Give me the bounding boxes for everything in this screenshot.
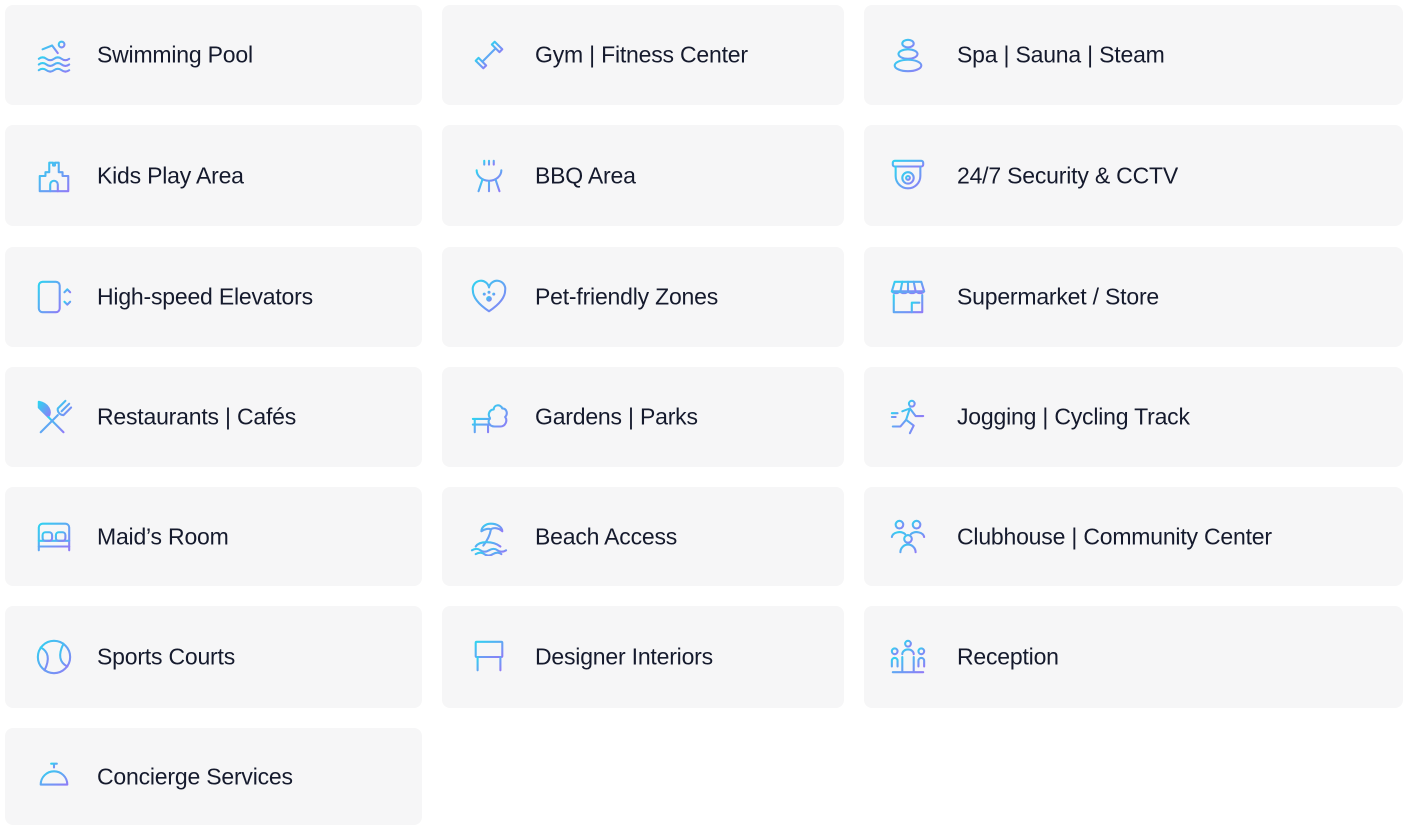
amenity-label: Designer Interiors (535, 643, 713, 670)
amenity-label: Pet-friendly Zones (535, 283, 719, 310)
amenity-card-kids-play: Kids Play Area (5, 125, 422, 226)
amenity-card-gym: Gym | Fitness Center (442, 5, 844, 105)
dumbbell-icon (470, 36, 508, 74)
amenity-label: Sports Courts (97, 643, 236, 670)
spa-stones-icon (889, 36, 927, 74)
amenity-label: Restaurants | Cafés (97, 403, 297, 430)
amenity-label: Clubhouse | Community Center (957, 523, 1272, 549)
amenity-card-swimming-pool: Swimming Pool (5, 5, 422, 105)
amenity-card-jogging: Jogging | Cycling Track (864, 367, 1403, 467)
amenity-card-sports-courts: Sports Courts (5, 606, 422, 708)
amenity-card-beach-access: Beach Access (442, 487, 844, 586)
amenity-card-clubhouse: Clubhouse | Community Center (864, 487, 1403, 586)
amenity-card-designer-interiors: Designer Interiors (442, 606, 844, 708)
window-frame-icon (470, 638, 508, 676)
fork-knife-icon (35, 398, 73, 436)
elevator-icon (35, 278, 73, 316)
cctv-camera-icon (889, 157, 927, 195)
amenity-card-spa: Spa | Sauna | Steam (864, 5, 1403, 105)
amenity-card-restaurants: Restaurants | Cafés (5, 367, 422, 467)
amenity-card-gardens: Gardens | Parks (442, 367, 844, 467)
amenity-label: Jogging | Cycling Track (957, 403, 1190, 430)
bed-icon (35, 518, 73, 556)
amenity-card-supermarket: Supermarket / Store (864, 247, 1403, 347)
service-bell-icon (35, 758, 73, 796)
amenity-card-bbq: BBQ Area (442, 125, 844, 226)
runner-icon (889, 398, 927, 436)
amenity-label: BBQ Area (535, 162, 636, 188)
castle-icon (35, 157, 73, 195)
amenity-card-maids-room: Maid’s Room (5, 487, 422, 586)
tennis-ball-icon (35, 638, 73, 676)
community-people-icon (889, 518, 927, 556)
amenity-card-elevators: High-speed Elevators (5, 247, 422, 347)
amenity-label: High-speed Elevators (97, 283, 313, 310)
reception-desk-icon (889, 638, 927, 676)
store-icon (889, 278, 927, 316)
amenity-label: Concierge Services (97, 763, 293, 789)
island-palm-icon (470, 518, 508, 556)
grill-icon (470, 157, 508, 195)
amenity-label: Reception (957, 643, 1059, 670)
amenity-card-concierge: Concierge Services (5, 728, 422, 825)
amenity-card-security: 24/7 Security & CCTV (864, 125, 1403, 226)
amenity-label: Swimming Pool (97, 41, 253, 68)
amenity-label: Maid’s Room (97, 523, 229, 549)
amenity-label: Beach Access (535, 523, 678, 549)
park-bench-tree-icon (470, 398, 508, 436)
amenity-label: Gardens | Parks (535, 403, 698, 430)
amenity-label: Kids Play Area (97, 162, 244, 188)
amenity-label: 24/7 Security & CCTV (957, 162, 1178, 188)
amenity-card-pet-friendly: Pet-friendly Zones (442, 247, 844, 347)
amenity-label: Spa | Sauna | Steam (957, 41, 1165, 68)
swimming-pool-icon (35, 36, 73, 74)
paw-heart-icon (470, 278, 508, 316)
amenity-card-reception: Reception (864, 606, 1403, 708)
amenity-label: Gym | Fitness Center (535, 41, 748, 68)
amenity-label: Supermarket / Store (957, 283, 1160, 310)
